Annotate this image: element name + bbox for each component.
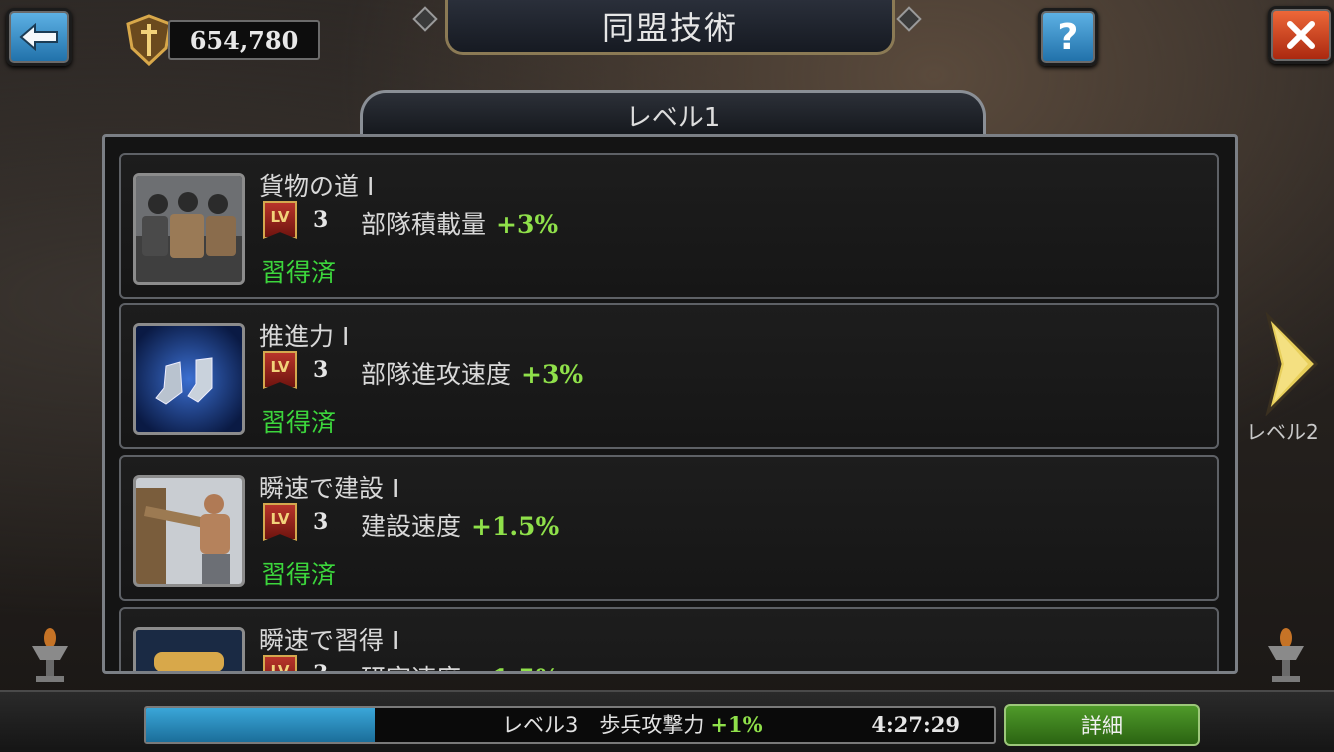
level-badge-icon: LV bbox=[263, 201, 297, 239]
list-item-rapid-research[interactable]: 瞬速で習得 I LV 3 研究速度 +1.5% bbox=[119, 607, 1219, 674]
tech-level: 3 bbox=[313, 357, 329, 383]
help-button[interactable]: ? bbox=[1038, 8, 1098, 66]
level-tab-label: レベル1 bbox=[625, 102, 721, 133]
effect-label: 部隊積載量 bbox=[361, 210, 487, 239]
status-learned: 習得済 bbox=[261, 560, 337, 589]
brazier-left-icon bbox=[32, 628, 68, 682]
scroll-image bbox=[133, 627, 245, 671]
page-title: 同盟技術 bbox=[445, 0, 895, 55]
builder-image bbox=[133, 475, 245, 587]
resource-amount: 654,780 bbox=[168, 20, 320, 60]
list-item-propulsion[interactable]: 推進力 I LV 3 部隊進攻速度 +3% 習得済 bbox=[119, 303, 1219, 449]
tech-name: 瞬速で建設 I bbox=[259, 474, 400, 503]
tab-level-1: レベル1 bbox=[360, 90, 986, 137]
back-arrow-icon bbox=[19, 22, 58, 52]
research-bonus: +1% bbox=[710, 712, 763, 737]
cargo-soldiers-image bbox=[133, 173, 245, 285]
effect-bonus: +3% bbox=[496, 210, 559, 239]
tech-name: 瞬速で習得 I bbox=[259, 626, 400, 655]
close-button[interactable] bbox=[1268, 6, 1334, 64]
brazier-right-icon bbox=[1268, 628, 1304, 682]
tech-effect: 研究速度 +1.5% bbox=[361, 659, 559, 671]
research-progress-fill bbox=[146, 708, 375, 742]
effect-label: 建設速度 bbox=[361, 512, 462, 541]
tech-effect: 部隊進攻速度 +3% bbox=[361, 355, 583, 391]
details-button[interactable]: 詳細 bbox=[1004, 704, 1200, 746]
level-badge-icon: LV bbox=[263, 503, 297, 541]
effect-label: 研究速度 bbox=[361, 664, 461, 671]
ornament-right-icon bbox=[896, 6, 922, 32]
tech-list[interactable]: 貨物の道 I LV 3 部隊積載量 +3% 習得済 推進力 I LV 3 部隊進攻… bbox=[102, 134, 1238, 674]
research-name: レベル3 歩兵攻撃力 bbox=[502, 713, 705, 737]
level-badge-icon: LV bbox=[263, 351, 297, 389]
ornament-left-icon bbox=[412, 6, 438, 32]
tech-level: 3 bbox=[313, 207, 329, 233]
back-button[interactable] bbox=[6, 8, 72, 66]
close-icon bbox=[1287, 21, 1315, 49]
level-badge-icon: LV bbox=[263, 655, 297, 671]
tech-effect: 部隊積載量 +3% bbox=[361, 205, 558, 241]
question-mark-icon: ? bbox=[1057, 16, 1079, 58]
status-learned: 習得済 bbox=[261, 258, 337, 287]
list-item-rapid-build[interactable]: 瞬速で建設 I LV 3 建設速度 +1.5% 習得済 bbox=[119, 455, 1219, 601]
tech-level: 3 bbox=[313, 509, 329, 535]
boots-image bbox=[133, 323, 245, 435]
research-progress-bar: レベル3 歩兵攻撃力 +1% 4:27:29 bbox=[144, 706, 996, 744]
effect-bonus: +1.5% bbox=[471, 512, 560, 541]
status-learned: 習得済 bbox=[261, 408, 337, 437]
list-item-cargo-road[interactable]: 貨物の道 I LV 3 部隊積載量 +3% 習得済 bbox=[119, 153, 1219, 299]
next-level-label[interactable]: レベル2 bbox=[1246, 416, 1319, 445]
research-label: レベル3 歩兵攻撃力 +1% bbox=[502, 708, 763, 742]
page-title-text: 同盟技術 bbox=[601, 9, 738, 47]
effect-bonus: +3% bbox=[521, 360, 584, 389]
next-level-arrow-icon[interactable] bbox=[1262, 312, 1322, 416]
tech-level: 3 bbox=[313, 661, 329, 674]
tech-name: 貨物の道 I bbox=[259, 172, 375, 201]
tech-effect: 建設速度 +1.5% bbox=[361, 507, 559, 543]
effect-label: 部隊進攻速度 bbox=[361, 360, 512, 389]
effect-bonus: +1.5% bbox=[471, 664, 559, 671]
research-timer: 4:27:29 bbox=[871, 712, 960, 737]
tech-name: 推進力 I bbox=[259, 322, 350, 351]
alliance-shield-icon bbox=[126, 14, 172, 66]
